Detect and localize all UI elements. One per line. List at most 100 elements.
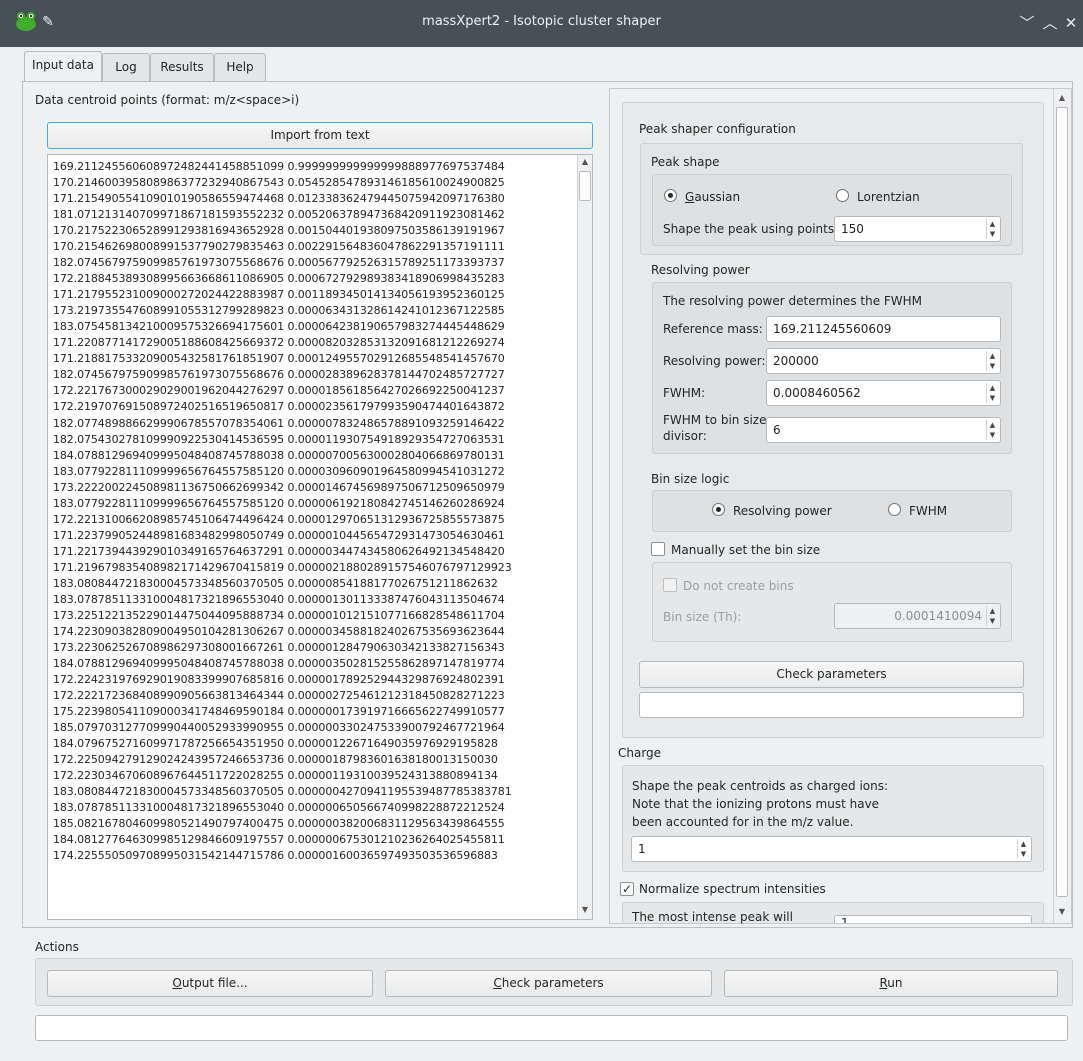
centroid-line: 170.214600395808986377232940867543 0.054…: [53, 176, 505, 190]
normalize-spinbox[interactable]: 1: [834, 915, 1032, 923]
scroll-up-icon[interactable]: ▲: [578, 155, 592, 169]
centroid-line: 171.220877141729005188608425669372 0.000…: [53, 336, 505, 350]
resolving-desc: The resolving power determines the FWHM: [663, 294, 923, 308]
bin-fwhm-label: FWHM: [909, 504, 948, 518]
app-icon[interactable]: [13, 8, 39, 34]
gaussian-text: aussian: [694, 190, 741, 204]
centroid-line: 183.077922811109999656764557585120 0.000…: [53, 464, 505, 478]
centroid-line: 181.071213140709971867181593552232 0.005…: [53, 208, 505, 222]
points-spinbox[interactable]: 150 ▲ ▼: [834, 216, 1001, 242]
divisor-spinbox[interactable]: 6 ▲ ▼: [766, 417, 1001, 443]
resolving-power-label: Resolving power:: [663, 354, 766, 368]
bin-fwhm-radio[interactable]: [888, 503, 901, 516]
resolving-power-title: Resolving power: [651, 263, 750, 277]
chevron-up-icon[interactable]: ︿: [1041, 14, 1059, 32]
centroid-line: 183.078785113310004817321896553040 0.000…: [53, 801, 505, 815]
spin-arrows-icon[interactable]: ▲ ▼: [986, 383, 998, 403]
centroid-line: 170.215462698008991537790279835463 0.002…: [53, 240, 505, 254]
normalize-checkbox[interactable]: ✓: [620, 882, 634, 896]
centroid-line: 171.219679835408982171429670415819 0.000…: [53, 560, 512, 574]
textarea-scrollbar[interactable]: ▲ ▼: [577, 155, 592, 919]
centroid-line: 172.218845389308995663668611086905 0.000…: [53, 272, 505, 286]
centroid-line: 173.222200224508981136750662699342 0.000…: [53, 480, 505, 494]
pin-icon[interactable]: ✎: [40, 13, 56, 31]
bin-resolving-power-radio[interactable]: [712, 503, 725, 516]
centroid-line: 172.224231976929019083399907685816 0.000…: [53, 673, 505, 686]
title-bar: massXpert2 - Isotopic cluster shaper: [0, 0, 1083, 47]
charge-value: 1: [638, 842, 646, 856]
scroll-thumb[interactable]: [1056, 107, 1068, 897]
tab-log[interactable]: Log: [102, 53, 150, 82]
scroll-down-icon[interactable]: ▼: [578, 903, 592, 917]
centroid-points-textarea[interactable]: 169.211245560608972482441458851099 0.999…: [47, 154, 593, 920]
centroid-line: 182.074567975909985761973075568676 0.000…: [53, 368, 505, 382]
points-value: 150: [841, 222, 864, 236]
centroid-line: 182.075430278109990922530414536595 0.000…: [53, 432, 505, 446]
scroll-up-icon[interactable]: ▲: [1055, 91, 1069, 105]
normalize-value: 1: [841, 916, 849, 923]
actions-status-field: [35, 1015, 1068, 1041]
centroid-line: 185.082167804609980521490797400475 0.000…: [53, 817, 505, 831]
tab-results[interactable]: Results: [150, 53, 214, 82]
centroid-line: 184.081277646309985129846609197557 0.000…: [53, 833, 505, 847]
output-file-button[interactable]: Output file...: [47, 970, 373, 997]
check-parameters-button[interactable]: Check parameters: [639, 661, 1024, 688]
centroid-line: 183.075458134210009575326694175601 0.000…: [53, 320, 505, 334]
centroid-line: 183.080844721830004573348560370505 0.000…: [53, 576, 498, 590]
centroid-line: 173.225122135229014475044095888734 0.000…: [53, 608, 505, 622]
tab-input-data[interactable]: Input data: [24, 51, 102, 82]
bin-size-spinbox[interactable]: 0.0001410094 ▲ ▼: [834, 603, 1001, 629]
centroid-line: 183.078785113310004817321896553040 0.000…: [53, 592, 505, 606]
centroid-line: 170.217522306528991293816943652928 0.001…: [53, 224, 505, 238]
ref-mass-field[interactable]: 169.211245560609: [766, 316, 1001, 342]
scroll-down-icon[interactable]: ▼: [1055, 905, 1069, 919]
charge-spinbox[interactable]: 1 ▲ ▼: [631, 836, 1032, 862]
centroid-line: 184.079675271609971787256654351950 0.000…: [53, 737, 498, 751]
spin-arrows-icon[interactable]: ▲ ▼: [1017, 839, 1029, 859]
centroid-line: 184.078812969409995048408745788038 0.000…: [53, 656, 505, 670]
output-file-label: utput file...: [181, 976, 248, 990]
run-label: un: [887, 976, 903, 990]
no-bins-label: Do not create bins: [683, 579, 794, 593]
actions-title: Actions: [35, 940, 79, 954]
peak-shaper-status-field: [639, 692, 1024, 718]
window-title: massXpert2 - Isotopic cluster shaper: [422, 14, 661, 29]
actions-check-label: heck parameters: [501, 976, 604, 990]
centroid-line: 172.223034670608967644511722028255 0.000…: [53, 769, 498, 783]
normalize-desc: The most intense peak will: [632, 910, 793, 924]
tab-help[interactable]: Help: [214, 53, 266, 82]
run-button[interactable]: Run: [724, 970, 1058, 997]
import-from-text-button[interactable]: Import from text: [47, 122, 593, 149]
close-icon[interactable]: ✕: [1062, 14, 1080, 32]
spin-arrows-icon[interactable]: ▲ ▼: [986, 420, 998, 440]
bin-size-logic-title: Bin size logic: [651, 472, 730, 486]
spin-arrows-icon[interactable]: ▲ ▼: [986, 606, 998, 626]
centroid-line: 172.225094279129024243957246653736 0.000…: [53, 753, 498, 767]
resolving-power-spinbox[interactable]: 200000 ▲ ▼: [766, 348, 1001, 374]
fwhm-label: FWHM:: [663, 386, 706, 400]
chevron-down-icon[interactable]: ﹀: [1018, 14, 1036, 32]
points-label: Shape the peak using points:: [663, 222, 839, 236]
right-scrollbar[interactable]: ▲ ▼: [1053, 89, 1070, 923]
lorentzian-radio[interactable]: [836, 189, 849, 202]
divisor-label-1: FWHM to bin size: [663, 413, 767, 427]
spin-arrows-icon[interactable]: ▲ ▼: [986, 351, 998, 371]
spin-arrows-icon[interactable]: ▲ ▼: [986, 219, 998, 239]
fwhm-value: 0.0008460562: [773, 386, 861, 400]
manual-bin-checkbox[interactable]: [651, 542, 665, 556]
scroll-thumb[interactable]: [579, 171, 591, 201]
actions-check-parameters-button[interactable]: Check parameters: [385, 970, 712, 997]
gaussian-radio[interactable]: [664, 189, 677, 202]
centroid-line: 171.218817533209005432581761851907 0.000…: [53, 352, 505, 366]
fwhm-spinbox[interactable]: 0.0008460562 ▲ ▼: [766, 380, 1001, 406]
centroid-line: 172.222172368408990905663813464344 0.000…: [53, 689, 505, 703]
no-bins-checkbox[interactable]: [663, 578, 677, 592]
centroid-line: 182.077489886629990678557078354061 0.000…: [53, 416, 505, 430]
charge-desc-2: Note that the ionizing protons must have: [632, 797, 880, 811]
lorentzian-label: Lorentzian: [857, 190, 920, 204]
centroid-line: 173.223062526708986297308001667261 0.000…: [53, 640, 505, 654]
input-label: Data centroid points (format: m/z<space>…: [35, 93, 300, 107]
bin-size-logic-group: [652, 490, 1012, 532]
centroid-line: 185.079703127709990440052933990955 0.000…: [53, 721, 505, 735]
peak-shape-title: Peak shape: [651, 155, 720, 169]
